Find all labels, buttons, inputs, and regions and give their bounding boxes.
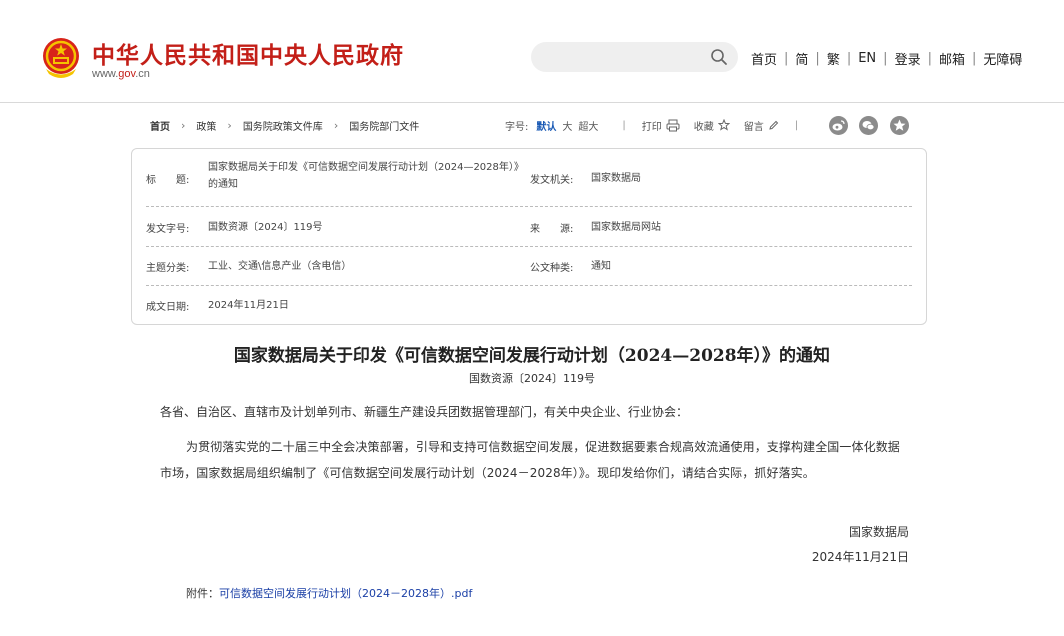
- label-text: 发文机关:: [530, 174, 574, 186]
- value-text: 国家数据局: [591, 172, 641, 184]
- national-emblem-icon[interactable]: [40, 36, 82, 80]
- star-icon: [717, 119, 730, 131]
- meta-docno-value: 国数资源〔2024〕119号: [208, 207, 323, 247]
- meta-docno-label: 发文字号:: [146, 207, 189, 247]
- chevron-right-icon: ›: [333, 119, 339, 132]
- meta-title-value: 国家数据局关于印发《可信数据空间发展行动计划（2024—2028年）》的通知: [208, 159, 533, 193]
- article-sign-date: 2024年11月21日: [811, 550, 909, 564]
- attachment-pdf-link[interactable]: 可信数据空间发展行动计划（2024－2028年）.pdf: [219, 587, 472, 600]
- meta-type-value: 通知: [591, 247, 611, 286]
- label-text: 发文字号:: [146, 223, 190, 235]
- toolbar-divider: |: [622, 119, 626, 131]
- value-text: 工业、交通\信息产业（含电信）: [208, 261, 352, 272]
- value-text: 国数资源〔2024〕119号: [208, 221, 323, 233]
- nav-separator: |: [883, 51, 888, 66]
- nav-english[interactable]: EN: [858, 51, 876, 66]
- print-label: 打印: [641, 121, 662, 133]
- nav-home[interactable]: 首页: [751, 49, 777, 68]
- nav-separator: |: [846, 51, 852, 66]
- attachment-label: 附件：: [186, 587, 219, 600]
- article-toolbar: 字号: 默认 大 超大 | 打印 收藏 留言 |: [505, 116, 798, 134]
- metadata-row: 成文日期: 2024年11月21日: [146, 286, 912, 324]
- meta-date-label: 成文日期:: [146, 286, 189, 324]
- meta-topic-value: 工业、交通\信息产业（含电信）: [208, 247, 351, 286]
- label-text: 主题分类:: [146, 263, 190, 274]
- meta-issuer-value: 国家数据局: [591, 161, 641, 195]
- nav-separator: |: [815, 51, 820, 66]
- metadata-row: 发文字号: 国数资源〔2024〕119号 来 源: 国家数据局网站: [146, 207, 912, 247]
- meta-issuer-label: 发文机关:: [530, 161, 573, 195]
- value-text: 国家数据局关于印发《可信数据空间发展行动计划（2024—2028年）》的通知: [208, 162, 524, 190]
- label-text: 公文种类:: [530, 263, 574, 274]
- nav-mailbox[interactable]: 邮箱: [939, 49, 965, 68]
- label-text: 来 源:: [530, 223, 574, 235]
- breadcrumb-policy[interactable]: 政策: [196, 118, 216, 133]
- nav-accessibility[interactable]: 无障碍: [983, 49, 1022, 68]
- comment-label: 留言: [743, 121, 764, 133]
- font-size-xlarge[interactable]: 超大: [578, 118, 598, 133]
- article-title: 国家数据局关于印发《可信数据空间发展行动计划（2024—2028年）》的通知: [233, 346, 831, 366]
- nav-login[interactable]: 登录: [895, 49, 921, 68]
- document-metadata-panel: 标 题: 国家数据局关于印发《可信数据空间发展行动计划（2024—2028年）》…: [131, 148, 927, 325]
- top-nav: 首页 | 简 | 繁 | EN | 登录 | 邮箱 | 无障碍: [751, 49, 1022, 68]
- domain-suffix: .cn: [135, 68, 150, 80]
- label-text: 标 题:: [146, 174, 190, 186]
- search-input[interactable]: [531, 42, 738, 72]
- site-domain: www.gov.cn: [92, 68, 150, 80]
- label-text: 成文日期:: [146, 301, 190, 313]
- value-text: 国家数据局网站: [591, 221, 661, 233]
- printer-icon: [666, 119, 680, 131]
- article-signature: 国家数据局: [848, 525, 909, 539]
- nav-traditional[interactable]: 繁: [827, 49, 840, 68]
- nav-separator: |: [971, 51, 977, 66]
- metadata-row: 标 题: 国家数据局关于印发《可信数据空间发展行动计划（2024—2028年）》…: [146, 149, 912, 207]
- favorite-label: 收藏: [693, 121, 714, 133]
- value-text: 2024年11月21日: [208, 299, 289, 311]
- pencil-icon: [769, 120, 778, 130]
- meta-type-label: 公文种类:: [530, 247, 573, 286]
- nav-simplified[interactable]: 简: [795, 49, 808, 68]
- domain-prefix: www.: [92, 68, 119, 80]
- nav-separator: |: [784, 51, 789, 66]
- article-salutation: 各省、自治区、直辖市及计划单列市、新疆生产建设兵团数据管理部门，有关中央企业、行…: [160, 405, 689, 419]
- search-icon[interactable]: [710, 48, 728, 66]
- attachment-line: 附件：可信数据空间发展行动计划（2024－2028年）.pdf: [186, 585, 472, 601]
- value-text: 通知: [591, 261, 611, 272]
- meta-topic-label: 主题分类:: [146, 247, 189, 286]
- breadcrumb: 首页 › 政策 › 国务院政策文件库 › 国务院部门文件: [150, 118, 419, 133]
- metadata-row: 主题分类: 工业、交通\信息产业（含电信） 公文种类: 通知: [146, 247, 912, 286]
- breadcrumb-department-docs[interactable]: 国务院部门文件: [349, 118, 419, 133]
- meta-title-label: 标 题:: [146, 161, 189, 195]
- weibo-share-icon[interactable]: [829, 116, 848, 135]
- breadcrumb-home[interactable]: 首页: [150, 118, 170, 133]
- font-size-large[interactable]: 大: [562, 118, 572, 133]
- chevron-right-icon: ›: [181, 119, 186, 132]
- site-title[interactable]: 中华人民共和国中央人民政府: [92, 36, 404, 70]
- font-size-default[interactable]: 默认: [536, 118, 556, 133]
- favorite-button[interactable]: 收藏: [694, 118, 730, 133]
- meta-source-label: 来 源:: [530, 207, 573, 247]
- site-header: 中华人民共和国中央人民政府 www.gov.cn 首页 | 简 | 繁 | EN | 登…: [0, 0, 1064, 103]
- font-size-label: 字号:: [505, 121, 529, 133]
- meta-date-value: 2024年11月21日: [208, 286, 289, 324]
- wechat-share-icon[interactable]: [859, 116, 878, 135]
- chevron-right-icon: ›: [227, 119, 232, 132]
- toolbar-divider: |: [794, 119, 799, 131]
- print-button[interactable]: 打印: [642, 118, 680, 133]
- comment-button[interactable]: 留言: [744, 118, 779, 133]
- article-body-paragraph: 为贯彻落实党的二十届三中全会决策部署，引导和支持可信数据空间发展，促进数据要素合…: [160, 440, 900, 480]
- favorites-share-icon[interactable]: [890, 116, 909, 135]
- domain-main: gov: [118, 68, 136, 80]
- article-doc-number: 国数资源〔2024〕119号: [469, 372, 595, 385]
- meta-source-value: 国家数据局网站: [591, 207, 661, 247]
- breadcrumb-policy-library[interactable]: 国务院政策文件库: [243, 118, 323, 133]
- nav-separator: |: [927, 51, 932, 66]
